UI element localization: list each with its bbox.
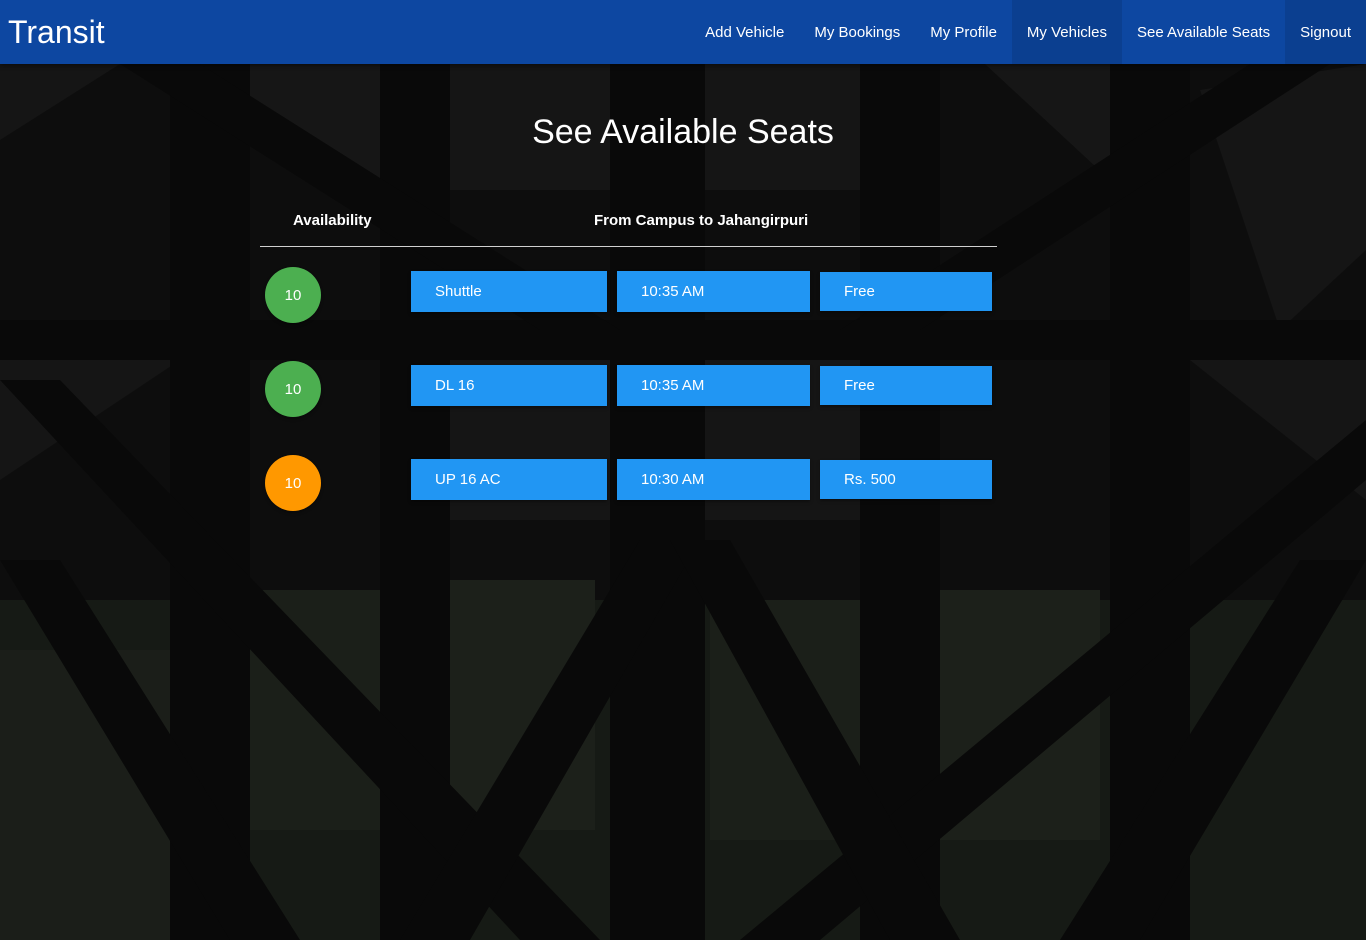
seat-count-badge: 10: [265, 361, 321, 417]
departure-time-button[interactable]: 10:35 AM: [617, 365, 810, 406]
top-navbar: Transit Add Vehicle My Bookings My Profi…: [0, 0, 1366, 64]
nav-my-vehicles[interactable]: My Vehicles: [1011, 0, 1122, 64]
seats-table: Availability From Campus to Jahangirpuri…: [260, 204, 997, 529]
departure-time-button[interactable]: 10:35 AM: [617, 271, 810, 312]
vehicle-name-button[interactable]: Shuttle: [411, 271, 607, 312]
table-row: 10 Shuttle 10:35 AM Free: [260, 247, 997, 341]
header-route: From Campus to Jahangirpuri: [594, 212, 809, 229]
nav-signout[interactable]: Signout: [1285, 0, 1366, 64]
fare-button[interactable]: Free: [820, 366, 992, 405]
header-availability: Availability: [293, 212, 372, 229]
table-row: 10 UP 16 AC 10:30 AM Rs. 500: [260, 435, 997, 529]
vehicle-name-button[interactable]: DL 16: [411, 365, 607, 406]
nav-add-vehicle[interactable]: Add Vehicle: [690, 0, 799, 64]
nav-my-profile[interactable]: My Profile: [915, 0, 1012, 64]
departure-time-button[interactable]: 10:30 AM: [617, 459, 810, 500]
nav-see-available-seats[interactable]: See Available Seats: [1122, 0, 1285, 64]
table-header: Availability From Campus to Jahangirpuri: [260, 204, 997, 247]
fare-button[interactable]: Free: [820, 272, 992, 311]
nav-my-bookings[interactable]: My Bookings: [799, 0, 915, 64]
seat-count-badge: 10: [265, 455, 321, 511]
table-row: 10 DL 16 10:35 AM Free: [260, 341, 997, 435]
fare-button[interactable]: Rs. 500: [820, 460, 992, 499]
nav-menu: Add Vehicle My Bookings My Profile My Ve…: [690, 0, 1366, 64]
brand-logo-link[interactable]: Transit: [8, 12, 105, 52]
page-title: See Available Seats: [532, 113, 834, 151]
seat-count-badge: 10: [265, 267, 321, 323]
vehicle-name-button[interactable]: UP 16 AC: [411, 459, 607, 500]
